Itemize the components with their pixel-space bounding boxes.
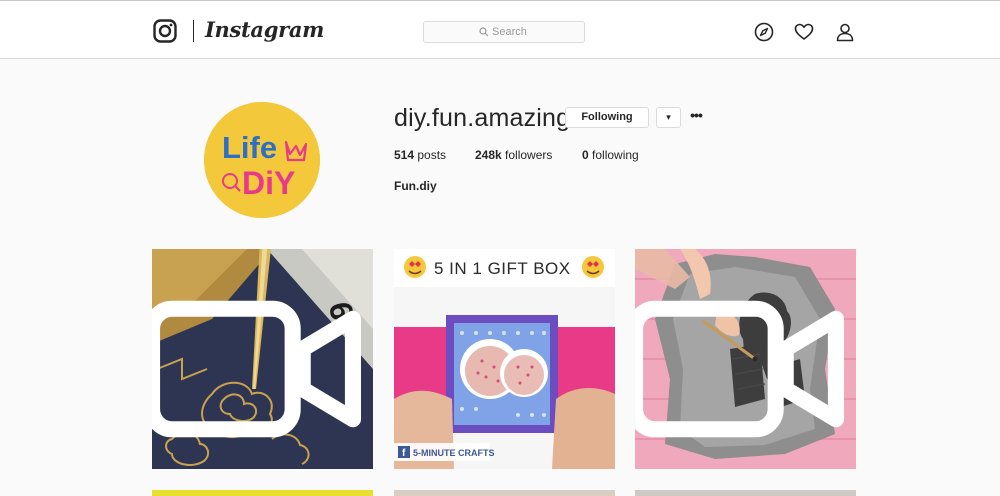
instagram-glyph-icon[interactable] [153,19,177,43]
post-tile-6-partial[interactable] [635,490,856,496]
search-input[interactable]: Search [423,21,585,43]
following-count: 0 [582,148,589,162]
search-icon [479,27,489,37]
video-indicator-icon [152,300,361,438]
posts-stat: 514 posts [394,148,446,162]
compass-icon[interactable] [754,22,774,42]
profile-avatar[interactable]: Life DiY [204,102,320,218]
followers-stat[interactable]: 248k followers [475,148,552,162]
more-options-button[interactable]: ••• [688,107,704,128]
chevron-down-icon: ▾ [666,112,671,122]
ellipsis-icon: ••• [690,107,703,123]
instagram-wordmark[interactable]: Instagram [205,17,324,42]
following-button[interactable]: Following [565,107,649,128]
heart-icon[interactable] [794,22,814,42]
posts-label: posts [417,148,447,162]
suggestions-dropdown-button[interactable]: ▾ [656,107,681,128]
post-tile-5-partial[interactable] [394,490,615,496]
profile-username: diy.fun.amazing [394,104,571,132]
post-tile-1[interactable]: 61 [152,249,373,469]
post-tile-4-partial[interactable] [152,490,373,496]
post-watermark: 5-MINUTE CRAFTS [413,448,495,458]
post-tile-3[interactable] [635,249,856,469]
post-caption-overlay: 5 IN 1 GIFT BOX [434,259,571,278]
posts-count: 514 [394,148,415,162]
post-tile-2[interactable]: 5 IN 1 GIFT BOX f 5-MINUTE CRAFTS [394,249,615,469]
avatar-text-life: Life [222,130,277,165]
post-image-gift-box: 5 IN 1 GIFT BOX f 5-MINUTE CRAFTS [394,249,615,469]
logo-divider [193,20,194,42]
avatar-text-diy: DiY [242,165,295,201]
following-stat[interactable]: 0 following [582,148,639,162]
followers-label: followers [505,148,553,162]
followers-count: 248k [475,148,502,162]
following-label: following [592,148,639,162]
video-indicator-icon [635,300,844,438]
person-icon[interactable] [835,22,855,42]
top-navigation-bar: Instagram Search [0,0,1000,59]
search-placeholder: Search [492,26,527,38]
profile-full-name: Fun.diy [394,179,437,193]
